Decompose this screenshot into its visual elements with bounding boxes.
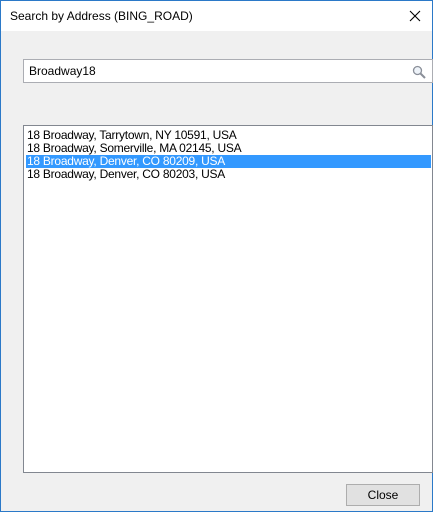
search-dialog: Search by Address (BING_ROAD) 18 Broadwa… [0,0,433,512]
window-title: Search by Address (BING_ROAD) [10,9,193,23]
results-list[interactable]: 18 Broadway, Tarrytown, NY 10591, USA 18… [23,125,433,473]
search-input[interactable] [24,60,409,82]
close-window-button[interactable] [398,1,432,31]
title-bar: Search by Address (BING_ROAD) [1,1,432,31]
close-icon [409,10,421,22]
search-icon[interactable] [411,64,427,80]
list-item[interactable]: 18 Broadway, Denver, CO 80203, USA [26,168,431,181]
close-button[interactable]: Close [346,484,420,506]
search-field[interactable] [23,59,433,83]
